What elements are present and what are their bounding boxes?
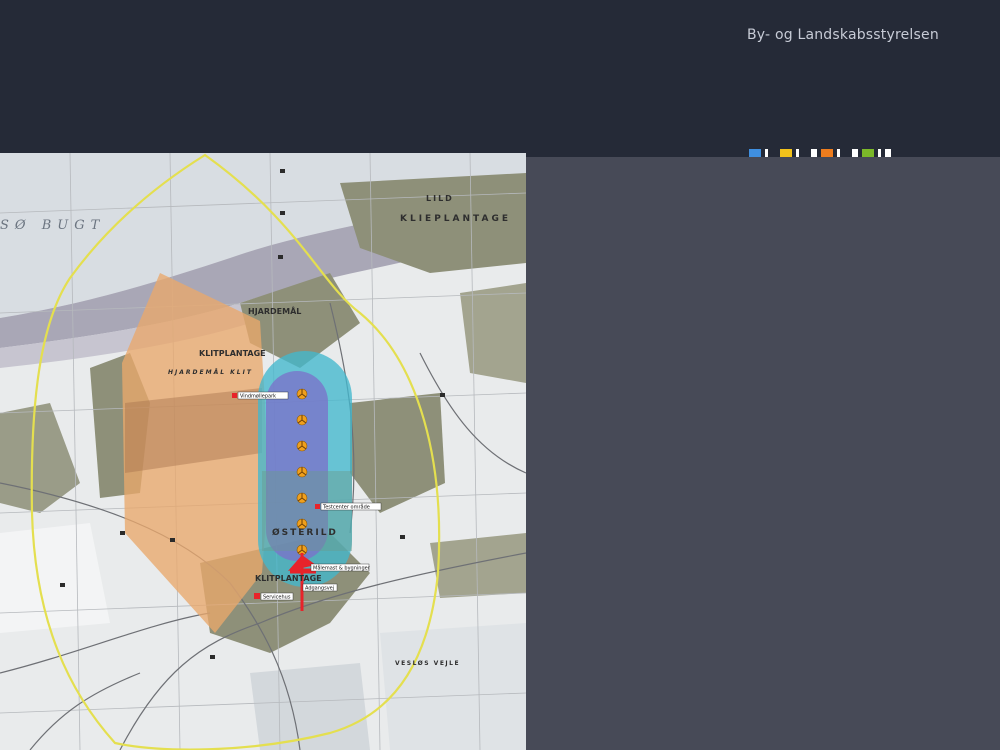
callout-wind-farm: Vindmøllepark (232, 391, 289, 400)
place-label: LILD (426, 194, 454, 203)
callout-label: Testcenter område (322, 504, 370, 511)
place-label: ØSTERILD (272, 527, 338, 538)
callout-access-road: Adgangsvej (302, 583, 338, 592)
place-label: KLITPLANTAGE (199, 349, 266, 358)
callout-label: Servicehus (263, 595, 291, 601)
wind-turbine-icon (296, 466, 308, 478)
callout-label: Målemast & bygninger (313, 565, 371, 572)
stripe-segment (885, 149, 891, 157)
lake-area (380, 623, 526, 750)
stripe-segment (749, 149, 761, 157)
wind-turbine-icon (296, 414, 308, 426)
map-canvas: Vindmøllepark Testcenter område Målemast… (0, 153, 526, 750)
stripe-segment (852, 149, 858, 157)
stripe-segment (837, 149, 840, 157)
test-zone-forest-overlay (262, 471, 352, 551)
place-label: HJARDEMÅL (248, 306, 301, 316)
red-marker (232, 393, 237, 398)
stripe-segment (811, 149, 817, 157)
forest-patch (430, 533, 526, 598)
stripe-segment (821, 149, 833, 157)
forest-patch (460, 283, 526, 383)
red-marker (254, 593, 260, 599)
callout-mast-buildings: Målemast & bygninger (310, 563, 371, 572)
red-marker (315, 504, 320, 509)
wind-turbine-icon (296, 388, 308, 400)
stripe-segment (878, 149, 881, 157)
wind-turbine-icon (296, 440, 308, 452)
map-view: Vindmøllepark Testcenter område Målemast… (0, 153, 526, 750)
callout-test-center: Testcenter område (315, 502, 382, 511)
place-label: KLIEPLANTAGE (400, 214, 511, 224)
header-bar: By- og Landskabsstyrelsen (0, 0, 1000, 157)
stripe-segment (862, 149, 874, 157)
wind-turbine-icon (296, 492, 308, 504)
place-label: HJARDEMÅL KLIT (168, 369, 253, 376)
content-panel (526, 157, 1000, 750)
bay-label: SØ BUGT (0, 218, 105, 233)
agency-name: By- og Landskabsstyrelsen (747, 27, 939, 43)
callout-label: Vindmøllepark (240, 394, 276, 400)
stripe-segment (796, 149, 799, 157)
stripe-segment (780, 149, 792, 157)
callout-label: Adgangsvej (305, 586, 334, 592)
place-label: VESLØS VEJLE (395, 660, 460, 667)
stripe-segment (765, 149, 768, 157)
place-label: KLITPLANTAGE (255, 574, 322, 583)
